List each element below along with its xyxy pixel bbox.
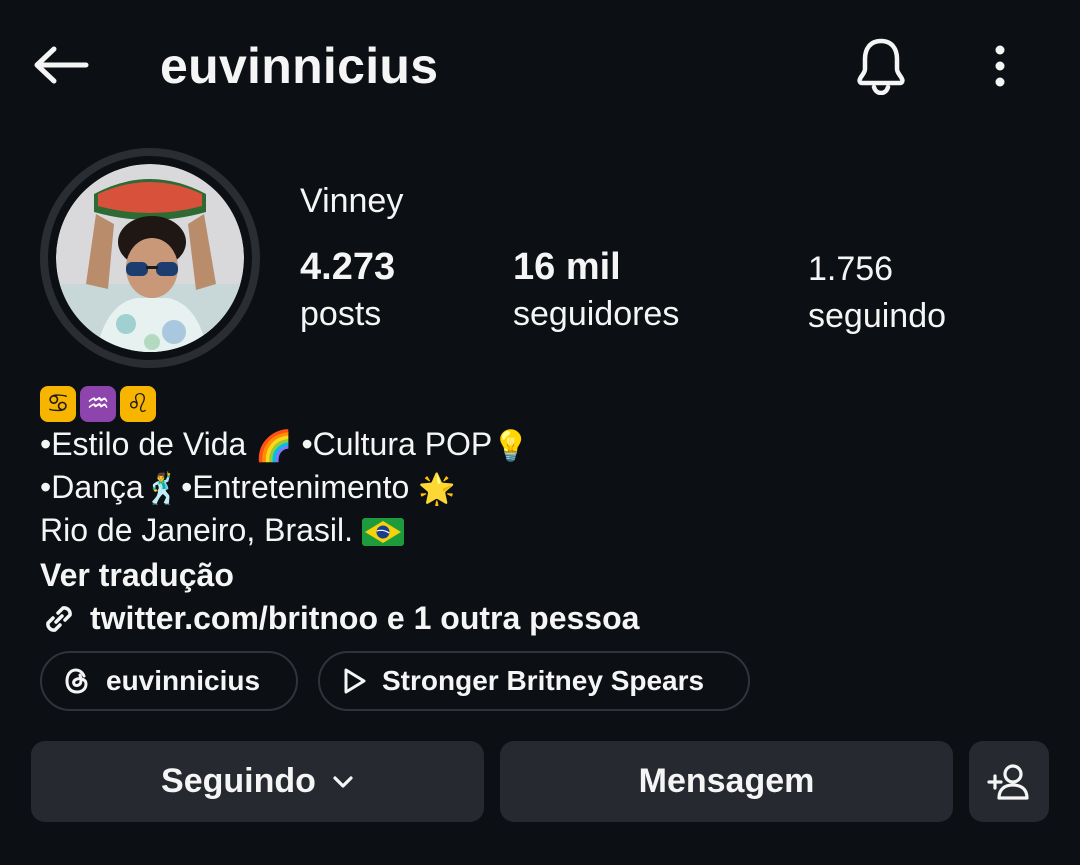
bio-location-text: Rio de Janeiro, Brasil. bbox=[40, 512, 354, 549]
followers-count: 16 mil bbox=[513, 246, 621, 288]
chevron-down-icon bbox=[333, 775, 353, 788]
threads-icon bbox=[65, 668, 88, 694]
profile-bio: ♋ ♒ ♌ •Estilo de Vida 🌈 •Cultura POP💡 •D… bbox=[40, 384, 1040, 639]
lightbulb-icon: 💡 bbox=[492, 429, 530, 465]
bio-line-2: •Dança🕺•Entretenimento 🌟 bbox=[40, 467, 1040, 510]
back-button[interactable] bbox=[28, 38, 92, 92]
message-button-label: Mensagem bbox=[638, 762, 815, 800]
add-user-icon bbox=[987, 763, 1029, 800]
bio-pop-culture-text: •Cultura POP bbox=[301, 426, 493, 462]
suggested-users-button[interactable] bbox=[969, 741, 1049, 822]
following-stat[interactable]: 1.756 seguindo bbox=[808, 246, 946, 340]
bio-dance-text: •Dança bbox=[40, 469, 144, 506]
notifications-button[interactable] bbox=[848, 32, 914, 98]
profile-photo bbox=[56, 164, 244, 352]
profile-page: euvinnicius Vinney 4.273 posts 16 mil se… bbox=[0, 0, 1080, 865]
more-vertical-icon bbox=[995, 45, 1005, 87]
music-pill-label: Stronger Britney Spears bbox=[382, 665, 705, 696]
leo-sign-icon: ♌ bbox=[120, 386, 156, 422]
followers-label: seguidores bbox=[513, 295, 680, 333]
followers-stat[interactable]: 16 mil seguidores bbox=[513, 244, 679, 338]
glowing-star-icon: 🌟 bbox=[418, 472, 456, 508]
bio-line-3: Rio de Janeiro, Brasil. bbox=[40, 510, 1040, 553]
bell-icon bbox=[857, 38, 905, 95]
profile-music-pill[interactable]: Stronger Britney Spears bbox=[318, 651, 750, 711]
posts-count: 4.273 bbox=[300, 246, 396, 288]
threads-profile-pill[interactable]: euvinnicius bbox=[40, 651, 298, 711]
posts-stat[interactable]: 4.273 posts bbox=[300, 244, 395, 338]
brazil-flag-icon bbox=[361, 512, 404, 553]
threads-pill-label: euvinnicius bbox=[106, 665, 261, 696]
play-icon bbox=[344, 668, 366, 694]
bio-lifestyle-text: •Estilo de Vida bbox=[40, 426, 247, 462]
rainbow-icon: 🌈 bbox=[255, 429, 293, 465]
bio-link-text: twitter.com/britnoo e 1 outra pessoa bbox=[90, 600, 640, 637]
message-button[interactable]: Mensagem bbox=[500, 741, 953, 822]
avatar[interactable] bbox=[40, 148, 260, 368]
link-icon bbox=[46, 605, 72, 632]
cancer-sign-icon: ♋ bbox=[40, 386, 76, 422]
following-label: seguindo bbox=[808, 297, 947, 335]
following-button-label: Seguindo bbox=[161, 762, 316, 800]
following-button[interactable]: Seguindo bbox=[31, 741, 484, 822]
zodiac-emojis: ♋ ♒ ♌ bbox=[40, 384, 1040, 424]
following-count: 1.756 bbox=[808, 250, 894, 288]
bio-entertainment-text: •Entretenimento bbox=[181, 469, 410, 506]
bio-link[interactable]: twitter.com/britnoo e 1 outra pessoa bbox=[40, 598, 1040, 639]
more-options-button[interactable] bbox=[978, 36, 1022, 96]
bio-line-1: •Estilo de Vida 🌈 •Cultura POP💡 bbox=[40, 424, 1040, 467]
posts-label: posts bbox=[300, 295, 382, 333]
arrow-left-icon bbox=[34, 46, 89, 84]
profile-username: euvinnicius bbox=[160, 38, 439, 94]
see-translation-link[interactable]: Ver tradução bbox=[40, 555, 1040, 596]
profile-display-name: Vinney bbox=[300, 182, 404, 220]
aquarius-sign-icon: ♒ bbox=[80, 386, 116, 422]
dancer-icon: 🕺 bbox=[143, 472, 182, 508]
